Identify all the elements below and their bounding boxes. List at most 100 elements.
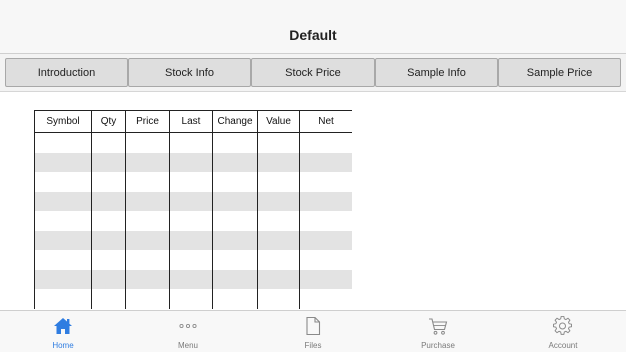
table-cell[interactable] [91,172,126,192]
table-cell[interactable] [34,289,92,309]
table-cell[interactable] [299,211,352,231]
table-cell[interactable] [125,250,170,270]
table-row[interactable] [34,250,352,270]
tab-sample-info[interactable]: Sample Info [375,58,498,87]
table-cell[interactable] [212,152,258,172]
table-cell[interactable] [34,211,92,231]
table-cell[interactable] [91,152,126,172]
table-cell[interactable] [125,132,170,153]
table-cell[interactable] [125,269,170,289]
table-cell[interactable] [91,269,126,289]
table-cell[interactable] [91,289,126,309]
column-header-change[interactable]: Change [212,110,258,133]
column-header-price[interactable]: Price [125,110,170,133]
table-row[interactable] [34,289,352,309]
column-header-qty[interactable]: Qty [91,110,126,133]
table-cell[interactable] [169,269,213,289]
table-cell[interactable] [299,152,352,172]
table-cell[interactable] [125,230,170,250]
nav-menu-label: Menu [177,341,198,350]
table-cell[interactable] [169,152,213,172]
table-row[interactable] [34,152,352,172]
table-cell[interactable] [91,132,126,153]
page-title: Default [289,27,337,43]
table-cell[interactable] [257,191,300,211]
tab-stock-info[interactable]: Stock Info [128,58,251,87]
bottom-nav-bar: Home Menu Files Purchase Account [0,310,626,352]
table-cell[interactable] [169,132,213,153]
table-cell[interactable] [299,250,352,270]
table-cell[interactable] [257,289,300,309]
table-cell[interactable] [212,289,258,309]
table-cell[interactable] [257,172,300,192]
table-cell[interactable] [299,289,352,309]
table-cell[interactable] [34,152,92,172]
table-cell[interactable] [34,269,92,289]
table-row[interactable] [34,132,352,153]
table-cell[interactable] [34,250,92,270]
table-cell[interactable] [257,250,300,270]
table-cell[interactable] [91,211,126,231]
table-row[interactable] [34,172,352,192]
table-cell[interactable] [169,250,213,270]
tab-sample-price[interactable]: Sample Price [498,58,621,87]
table-cell[interactable] [257,152,300,172]
table-cell[interactable] [34,191,92,211]
table-cell[interactable] [257,132,300,153]
table-row[interactable] [34,230,352,250]
nav-home-label: Home [52,341,74,350]
table-cell[interactable] [299,191,352,211]
table-cell[interactable] [212,172,258,192]
table-cell[interactable] [257,211,300,231]
table-cell[interactable] [169,289,213,309]
table-cell[interactable] [125,289,170,309]
table-cell[interactable] [91,191,126,211]
tab-stock-price[interactable]: Stock Price [251,58,375,87]
nav-account[interactable]: Account [513,311,613,352]
table-cell[interactable] [299,269,352,289]
table-cell[interactable] [212,250,258,270]
table-cell[interactable] [125,191,170,211]
nav-home[interactable]: Home [13,311,113,352]
table-cell[interactable] [212,132,258,153]
table-cell[interactable] [299,230,352,250]
table-row[interactable] [34,269,352,289]
table-cell[interactable] [299,172,352,192]
table-row[interactable] [34,211,352,231]
title-bar: Default [0,0,626,54]
table-cell[interactable] [34,230,92,250]
table-cell[interactable] [212,191,258,211]
table-cell[interactable] [299,132,352,153]
table-header-row: Symbol Qty Price Last Change Value Net [34,110,352,133]
table-cell[interactable] [169,211,213,231]
table-cell[interactable] [91,250,126,270]
nav-files[interactable]: Files [263,311,363,352]
table-cell[interactable] [169,172,213,192]
nav-account-label: Account [548,341,578,350]
table-cell[interactable] [91,230,126,250]
file-icon [303,316,323,336]
table-cell[interactable] [257,269,300,289]
nav-files-label: Files [304,341,322,350]
gear-icon [553,315,573,336]
table-cell[interactable] [125,172,170,192]
nav-purchase-label: Purchase [421,341,455,350]
table-cell[interactable] [212,211,258,231]
nav-purchase[interactable]: Purchase [388,311,488,352]
table-cell[interactable] [125,211,170,231]
nav-menu[interactable]: Menu [138,311,238,352]
column-header-symbol[interactable]: Symbol [34,110,92,133]
table-cell[interactable] [125,152,170,172]
column-header-value[interactable]: Value [257,110,300,133]
table-cell[interactable] [212,269,258,289]
table-cell[interactable] [169,191,213,211]
table-cell[interactable] [212,230,258,250]
table-cell[interactable] [257,230,300,250]
column-header-last[interactable]: Last [169,110,213,133]
table-cell[interactable] [34,172,92,192]
table-cell[interactable] [169,230,213,250]
column-header-net[interactable]: Net [299,110,352,133]
tab-introduction[interactable]: Introduction [5,58,128,87]
table-row[interactable] [34,191,352,211]
table-cell[interactable] [34,132,92,153]
